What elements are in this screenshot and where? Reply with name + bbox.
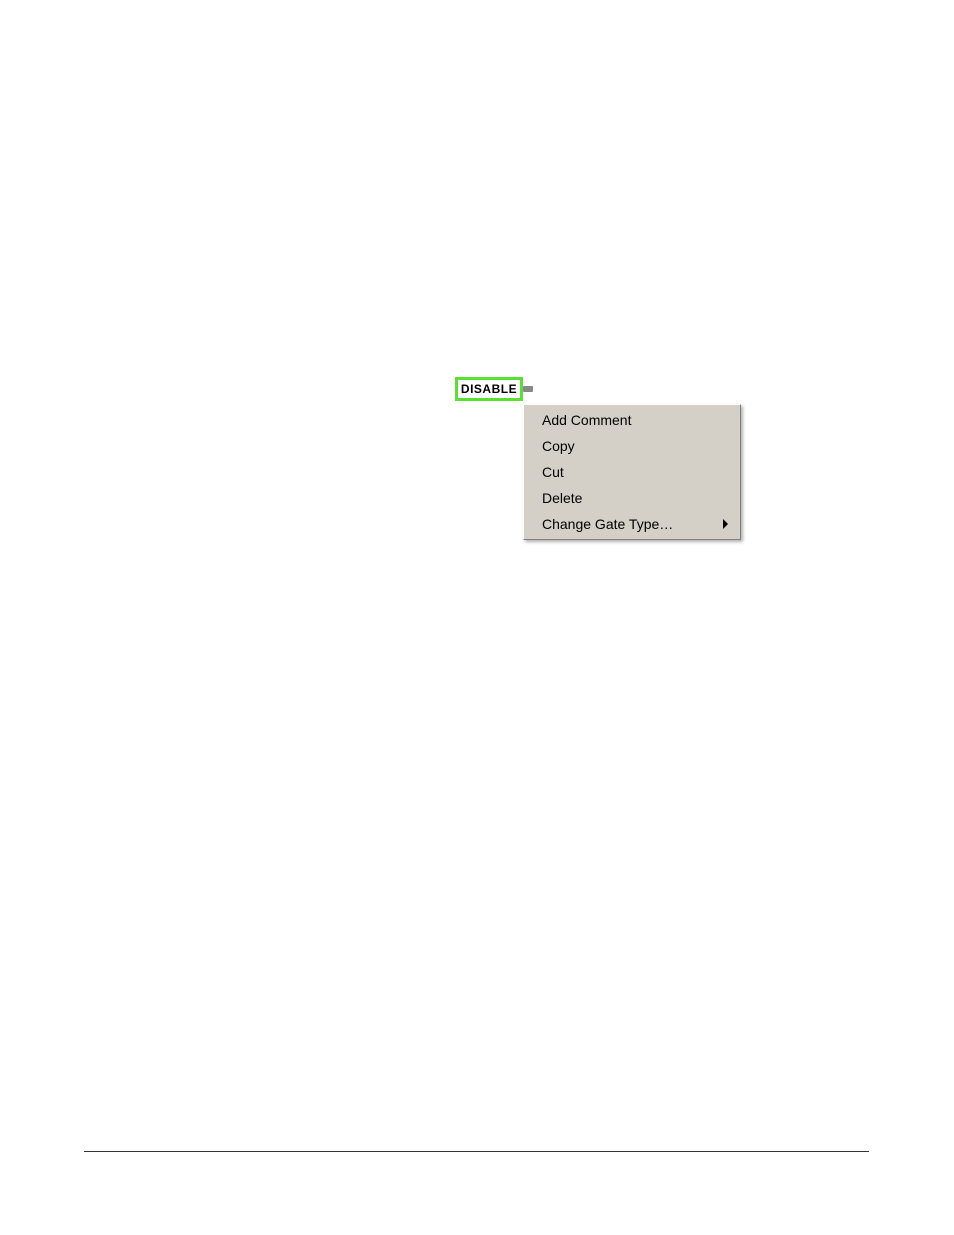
disable-gate-node[interactable]: DISABLE xyxy=(455,377,523,401)
menu-item-label: Change Gate Type… xyxy=(542,516,728,532)
menu-item-label: Cut xyxy=(542,464,728,480)
menu-item-change-gate-type[interactable]: Change Gate Type… xyxy=(526,511,738,537)
diagram-canvas: DISABLE Add Comment Copy Cut Delete Chan… xyxy=(455,367,753,551)
menu-item-delete[interactable]: Delete xyxy=(526,485,738,511)
page-footer-divider xyxy=(84,1151,869,1152)
menu-item-add-comment[interactable]: Add Comment xyxy=(526,407,738,433)
context-menu: Add Comment Copy Cut Delete Change Gate … xyxy=(523,404,741,540)
menu-item-label: Add Comment xyxy=(542,412,728,428)
menu-item-copy[interactable]: Copy xyxy=(526,433,738,459)
menu-item-cut[interactable]: Cut xyxy=(526,459,738,485)
gate-node-label: DISABLE xyxy=(461,382,517,396)
menu-item-label: Copy xyxy=(542,438,728,454)
submenu-arrow-icon xyxy=(723,519,728,529)
gate-output-pin[interactable] xyxy=(523,386,533,392)
menu-item-label: Delete xyxy=(542,490,728,506)
